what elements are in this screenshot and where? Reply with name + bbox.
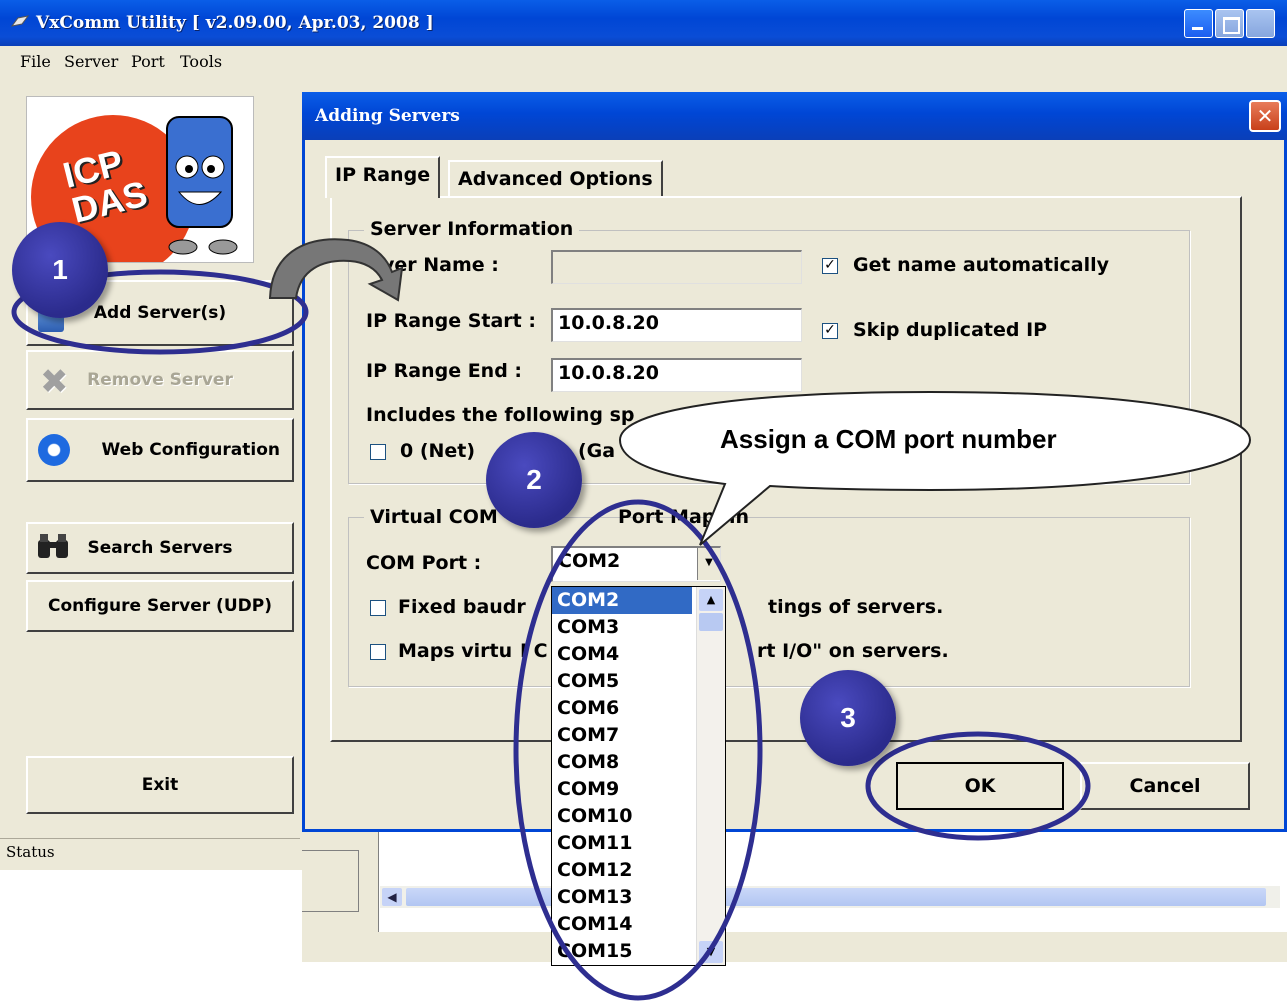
curved-arrow xyxy=(268,238,404,302)
step-3-badge: 3 xyxy=(800,670,896,766)
ring-ok-button xyxy=(865,731,1091,841)
tab-ip-range[interactable]: IP Range xyxy=(325,156,441,198)
callout-text: Assign a COM port number xyxy=(720,424,1057,454)
annotation-overlay xyxy=(11,238,1252,1001)
callout-bubble xyxy=(618,390,1252,546)
ring-com-list xyxy=(513,499,763,1001)
step-1-badge: 1 xyxy=(12,222,108,318)
step-2-badge: 2 xyxy=(486,432,582,528)
